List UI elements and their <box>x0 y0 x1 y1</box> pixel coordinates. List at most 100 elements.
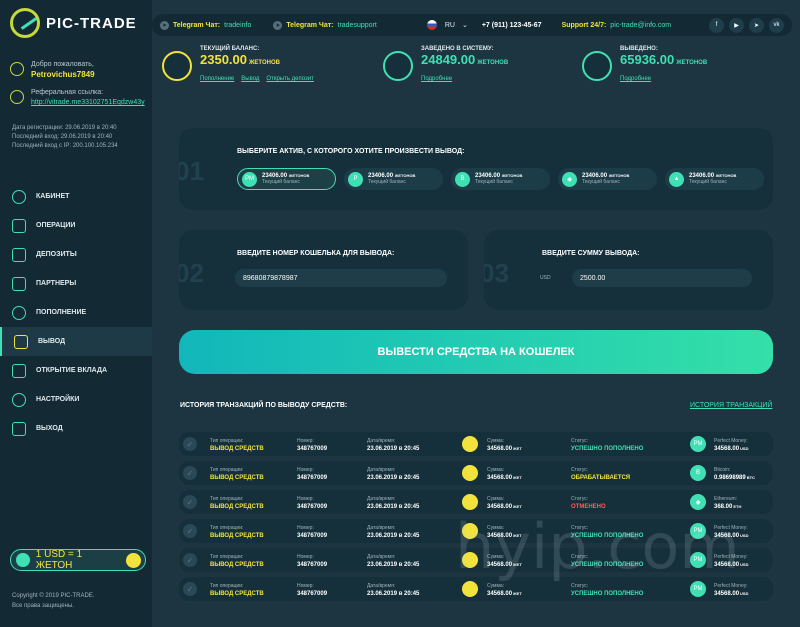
table-row[interactable]: ✓ Тип операции: ВЫВОД СРЕДСТВ Номер: 34876… <box>179 577 773 601</box>
logout-icon <box>12 421 26 436</box>
asset-payeer[interactable]: P 23406.00 ЖЕТОНОВ Текущий баланс <box>344 168 443 190</box>
row-status: Статус: УСПЕШНО ПОПОЛНЕНО <box>571 525 644 539</box>
row-sum: Сумма: 34568.00ЖЕТ <box>487 554 522 568</box>
payment-system-icon: PM <box>690 523 706 539</box>
sidebar-item-settings[interactable]: НАСТРОЙКИ <box>0 385 152 414</box>
phone: +7 (911) 123-45-67 <box>482 22 542 29</box>
row-sum: Сумма: 34568.00ЖЕТ <box>487 525 522 539</box>
row-status: Статус: ОБРАБАТЫВАЕТСЯ <box>571 467 631 481</box>
amount-input[interactable]: 2500.00 <box>572 269 752 287</box>
sidebar-item-operations[interactable]: ОПЕРАЦИИ <box>0 211 152 240</box>
perfect-money-icon: PM <box>242 171 257 187</box>
row-date: Дата/время: 23.06.2019 в 20:45 <box>367 525 420 539</box>
sidebar-item-cabinet[interactable]: КАБИНЕТ <box>0 182 152 211</box>
table-row[interactable]: ✓ Тип операции: ВЫВОД СРЕДСТВ Номер: 34876… <box>179 432 773 456</box>
open-deposit-link[interactable]: Открыть депозит <box>266 76 313 82</box>
stat-unit: ЖЕТОНОВ <box>477 60 509 66</box>
coin-icon <box>462 581 478 597</box>
sidebar-item-open-deposit[interactable]: ОТКРЫТИЕ ВКЛАДА <box>0 356 152 385</box>
table-row[interactable]: ✓ Тип операции: ВЫВОД СРЕДСТВ Номер: 34876… <box>179 490 773 514</box>
table-row[interactable]: ✓ Тип операции: ВЫВОД СРЕДСТВ Номер: 34876… <box>179 461 773 485</box>
sidebar-item-deposits[interactable]: ДЕПОЗИТЫ <box>0 240 152 269</box>
asset-ethereum[interactable]: ◆ 23406.00 ЖЕТОНОВ Текущий баланс <box>558 168 657 190</box>
copyright-line: Copyright © 2019 PIC-TRADE. <box>12 593 95 599</box>
asset-sub: Текущий баланс <box>475 179 513 185</box>
table-row[interactable]: ✓ Тип операции: ВЫВОД СРЕДСТВ Номер: 34876… <box>179 548 773 572</box>
vk-icon[interactable]: vk <box>769 17 784 33</box>
row-sum: Сумма: 34568.00ЖЕТ <box>487 438 522 452</box>
sidebar-item-logout[interactable]: ВЫХОД <box>0 414 152 443</box>
last-ip: Последний вход с IP: 200.100.105.234 <box>12 143 118 149</box>
watermark: hyip.com <box>455 510 740 583</box>
step-select-asset: 01 ВЫБЕРИТЕ АКТИВ, С КОТОРОГО ХОТИТЕ ПРО… <box>179 128 773 210</box>
ref-link[interactable]: http://vitrade.me33102751Eqdzw43y <box>31 98 145 108</box>
withdraw-link[interactable]: Вывод <box>241 76 259 82</box>
withdraw-button[interactable]: ВЫВЕСТИ СРЕДСТВА НА КОШЕЛЕК <box>179 330 773 374</box>
sidebar-item-label: ПОПОЛНЕНИЕ <box>36 309 87 316</box>
coin-icon <box>462 552 478 568</box>
row-date: Дата/время: 23.06.2019 в 20:45 <box>367 438 420 452</box>
stat-unit: ЖЕТОНОВ <box>676 60 708 66</box>
asset-bitcoin[interactable]: B 23406.00 ЖЕТОНОВ Текущий баланс <box>451 168 550 190</box>
rate-text: 1 USD = 1 ЖЕТОН <box>35 549 83 571</box>
payment-system-icon: PM <box>690 581 706 597</box>
welcome-text: Добро пожаловать, <box>31 61 94 68</box>
topup-link[interactable]: Пополнение <box>200 76 234 82</box>
table-row[interactable]: ✓ Тип операции: ВЫВОД СРЕДСТВ Номер: 34876… <box>179 519 773 543</box>
sidebar-item-label: НАСТРОЙКИ <box>36 396 80 403</box>
payment-system-icon: ◆ <box>690 494 706 510</box>
asset-advcash[interactable]: ▲ 23406.00 ЖЕТОНОВ Текущий баланс <box>665 168 764 190</box>
user-icon <box>10 62 24 76</box>
row-date: Дата/время: 23.06.2019 в 20:45 <box>367 583 420 597</box>
row-date: Дата/время: 23.06.2019 в 20:45 <box>367 554 420 568</box>
support-email[interactable]: pic-trade@info.com <box>610 22 671 29</box>
sidebar-item-label: КАБИНЕТ <box>36 193 70 200</box>
row-date: Дата/время: 23.06.2019 в 20:45 <box>367 496 420 510</box>
payment-system-icon: PM <box>690 436 706 452</box>
youtube-icon[interactable]: ▶ <box>729 17 744 33</box>
sidebar-item-withdraw[interactable]: ВЫВОД <box>0 327 152 356</box>
row-number: Номер: 348767009 <box>297 438 328 452</box>
asset-perfect-money[interactable]: PM 23406.00 ЖЕТОНОВ Текущий баланс <box>237 168 336 190</box>
row-sum: Сумма: 34568.00ЖЕТ <box>487 467 522 481</box>
row-amount: Perfect Money: 34568.00USD <box>714 583 749 597</box>
facebook-icon[interactable]: f <box>709 17 724 33</box>
check-icon: ✓ <box>183 553 197 567</box>
exchange-rate-badge: 1 USD = 1 ЖЕТОН <box>10 549 146 571</box>
row-number: Номер: 348767009 <box>297 467 328 481</box>
logo[interactable]: PIC-TRADE <box>10 8 137 38</box>
bitcoin-icon: B <box>455 171 470 187</box>
row-amount: Perfect Money: 34568.00USD <box>714 438 749 452</box>
last-login: Последний вход: 29.06.2019 в 20:40 <box>12 134 113 140</box>
copyright-line: Все права защищены. <box>12 603 74 609</box>
row-status: Статус: ОТМЕНЕНО <box>571 496 606 510</box>
telegram-link[interactable]: tradeinfo <box>224 22 251 29</box>
row-number: Номер: 348767009 <box>297 583 328 597</box>
operations-icon <box>12 218 26 233</box>
telegram-link[interactable]: tradesupport <box>338 22 377 29</box>
history-link[interactable]: ИСТОРИЯ ТРАНЗАКЦИЙ <box>690 402 772 409</box>
asset-sub: Текущий баланс <box>368 179 406 185</box>
check-icon: ✓ <box>183 524 197 538</box>
telegram-icon[interactable]: ➤ <box>749 17 764 33</box>
details-link[interactable]: Подробнее <box>620 76 651 82</box>
step-title: ВВЕДИТЕ СУММУ ВЫВОДА: <box>542 250 640 257</box>
telegram-icon: ➤ <box>273 20 283 30</box>
details-link[interactable]: Подробнее <box>421 76 452 82</box>
link-icon <box>10 90 24 104</box>
asset-unit: ЖЕТОНОВ <box>715 173 737 178</box>
telegram-chat-1[interactable]: ➤ Telegram Чат: tradeinfo <box>160 20 251 30</box>
payment-system-icon: B <box>690 465 706 481</box>
stat-balance: ТЕКУЩИЙ БАЛАНС: 2350.00 ЖЕТОНОВ Пополнени… <box>162 46 321 85</box>
brand-name: PIC-TRADE <box>46 14 137 32</box>
step-wallet-number: 02 ВВЕДИТЕ НОМЕР КОШЕЛЬКА ДЛЯ ВЫВОДА: 89… <box>179 230 468 310</box>
language-value: RU <box>444 21 455 29</box>
user-info: Добро пожаловать, Petrovichus7849 Реферал… <box>10 60 145 116</box>
language-select[interactable]: RU ⌄ <box>426 20 468 30</box>
sidebar-item-partners[interactable]: ПАРТНЕРЫ <box>0 269 152 298</box>
sidebar-item-deposit-funds[interactable]: ПОПОЛНЕНИЕ <box>0 298 152 327</box>
telegram-chat-2[interactable]: ➤ Telegram Чат: tradesupport <box>273 20 377 30</box>
open-deposit-icon <box>12 363 26 378</box>
wallet-input[interactable]: 89680879878987 <box>235 269 447 287</box>
sidebar-item-label: ВЫХОД <box>36 425 63 432</box>
